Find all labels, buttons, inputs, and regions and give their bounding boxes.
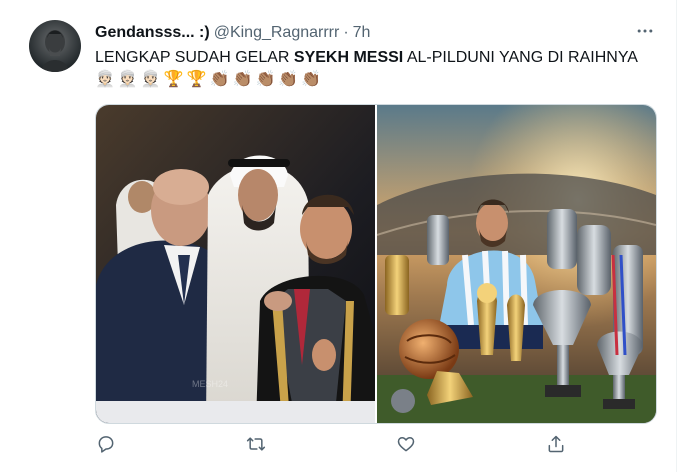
photo-ceremony[interactable]: MESH24 [96,105,375,423]
tweet-header: Gendansss... :) @King_Ragnarrrr · 7h [95,22,370,44]
emoji: 👏🏽 [301,71,322,88]
emoji: 👳🏻 [95,71,115,88]
share-icon [546,434,566,459]
emoji: 👳🏻 [140,71,161,88]
tweet-text: LENGKAP SUDAH GELAR SYEKH MESSI AL-PILDU… [95,47,665,69]
emoji: 👏🏽 [209,71,230,88]
emoji: 👳🏻 [117,71,138,88]
more-icon [635,21,655,46]
tweet-text-end: AL-PILDUNI YANG DI RAIHNYA [403,49,638,66]
timestamp[interactable]: 7h [353,24,371,42]
user-handle[interactable]: @King_Ragnarrrr [214,24,340,42]
reply-icon [96,434,116,459]
tweet-card[interactable]: Gendansss... :) @King_Ragnarrrr · 7h LEN… [0,0,677,472]
tweet-text-bold: SYEKH MESSI [293,49,404,66]
emoji: 🏆 [186,71,207,88]
emoji: 🏆 [163,71,184,88]
emoji: 👏🏽 [255,71,276,88]
retweet-button[interactable] [244,434,268,458]
like-icon [396,434,416,459]
emoji: 👏🏽 [232,71,253,88]
share-button[interactable] [544,434,568,458]
tweet-emojis: 👳🏻 👳🏻 👳🏻 🏆 🏆 👏🏽 👏🏽 👏🏽 👏🏽 👏🏽 [95,70,321,90]
tweet-text-start: LENGKAP SUDAH GELAR [95,49,294,66]
like-button[interactable] [394,434,418,458]
watermark-text: MESH24 [192,379,228,389]
separator-dot: · [343,24,349,41]
retweet-icon [246,434,266,459]
reply-button[interactable] [94,434,118,458]
more-options-button[interactable] [628,22,662,44]
avatar[interactable] [29,20,81,72]
emoji: 👏🏽 [278,71,299,88]
media-grid: MESH24 [95,104,657,424]
display-name[interactable]: Gendansss... :) [95,24,210,42]
tweet-actions [90,434,570,458]
photo-trophies[interactable] [377,105,656,423]
